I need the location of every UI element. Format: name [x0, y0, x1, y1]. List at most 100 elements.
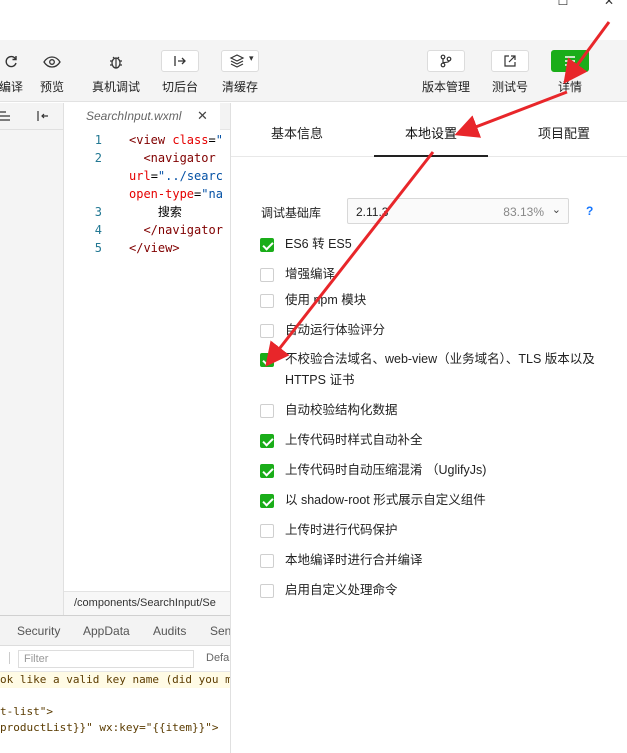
setting-checkbox[interactable]	[260, 524, 274, 538]
list-icon[interactable]	[0, 110, 12, 125]
file-path-bar: /components/SearchInput/Se	[64, 591, 230, 615]
close-icon[interactable]: ✕	[197, 108, 208, 124]
setting-option[interactable]: 本地编译时进行合并编译	[260, 550, 600, 571]
setting-label: 上传代码时样式自动补全	[285, 433, 423, 447]
code-text: <view class="	[129, 131, 223, 149]
setting-label: 不校验合法域名、web-view（业务域名）、TLS 版本以及 HTTPS 证书	[285, 352, 595, 387]
setting-checkbox[interactable]	[260, 404, 274, 418]
code-token: 搜索	[129, 205, 182, 219]
code-text: open-type="na	[129, 185, 223, 203]
devtools-tab-security[interactable]: Security	[17, 624, 60, 638]
setting-option[interactable]: 上传代码时样式自动补全	[260, 430, 600, 451]
tab-local-settings[interactable]: 本地设置	[405, 123, 457, 142]
setting-label: 自动校验结构化数据	[285, 403, 398, 417]
editor-tab-searchinput[interactable]: SearchInput.wxml ✕	[64, 103, 220, 130]
code-token: "	[215, 133, 223, 147]
setting-option[interactable]: 以 shadow-root 形式展示自定义组件	[260, 490, 600, 511]
setting-checkbox[interactable]	[260, 324, 274, 338]
setting-option[interactable]: 启用自定义处理命令	[260, 580, 600, 601]
console-line: productList}}" wx:key="{{item}}">	[0, 721, 219, 734]
devtools-tab-sensor[interactable]: Sen	[210, 624, 231, 638]
collapse-icon[interactable]	[36, 109, 50, 126]
code-token: </view>	[129, 241, 180, 255]
base-library-version: 2.11.3	[356, 205, 389, 219]
switch-background-icon	[161, 50, 199, 72]
code-line[interactable]: open-type="na	[64, 185, 230, 203]
details-button[interactable]: 详情	[542, 50, 598, 95]
setting-label: 自动运行体验评分	[285, 323, 386, 337]
setting-label: 使用 npm 模块	[285, 293, 367, 307]
setting-option[interactable]: 上传时进行代码保护	[260, 520, 600, 541]
file-tree-strip	[0, 103, 64, 615]
setting-label: ES6 转 ES5	[285, 237, 352, 251]
setting-option[interactable]: 上传代码时自动压缩混淆 （UglifyJs)	[260, 460, 600, 481]
console-filter-bar: Filter Defa	[0, 646, 230, 672]
setting-option[interactable]: 增强编译	[260, 264, 600, 285]
setting-option[interactable]: 使用 npm 模块	[260, 290, 600, 311]
code-line[interactable]: 2 <navigator	[64, 149, 230, 167]
setting-checkbox[interactable]	[260, 554, 274, 568]
close-window-button[interactable]: ✕	[602, 0, 616, 8]
setting-checkbox[interactable]	[260, 353, 274, 367]
setting-checkbox[interactable]	[260, 238, 274, 252]
external-link-icon	[491, 50, 529, 72]
preview-label: 预览	[39, 80, 64, 94]
devtools-panel: Security AppData Audits Sen Filter Defa …	[0, 615, 232, 753]
console-output: ok like a valid key name (did you m t-lis…	[0, 672, 232, 753]
base-library-label: 调试基础库	[261, 206, 322, 220]
line-number: 1	[94, 133, 102, 147]
code-text: url="../searc	[129, 167, 223, 185]
editor-tab-title: SearchInput.wxml	[86, 109, 182, 123]
help-icon[interactable]: ?	[586, 204, 593, 218]
setting-checkbox[interactable]	[260, 294, 274, 308]
setting-option[interactable]: 不校验合法域名、web-view（业务域名）、TLS 版本以及 HTTPS 证书	[260, 349, 600, 391]
devtools-tab-bar: Security AppData Audits Sen	[0, 616, 231, 646]
setting-checkbox[interactable]	[260, 584, 274, 598]
version-management-button[interactable]: 版本管理	[418, 50, 474, 95]
tab-basic-info[interactable]: 基本信息	[271, 123, 323, 142]
details-label: 详情	[557, 80, 582, 94]
base-library-percent: 83.13%	[503, 205, 544, 219]
switch-background-button[interactable]: 切后台	[152, 50, 208, 95]
test-account-label: 测试号	[491, 80, 528, 94]
preview-button[interactable]: 预览	[24, 50, 80, 95]
devtools-tab-audits[interactable]: Audits	[153, 624, 186, 638]
details-panel: 基本信息 本地设置 项目配置 调试基础库 2.11.3 83.13% ⌄ ? E…	[230, 103, 627, 753]
devtools-tab-appdata[interactable]: AppData	[83, 624, 130, 638]
log-level-select[interactable]: Defa	[206, 652, 229, 664]
setting-checkbox[interactable]	[260, 434, 274, 448]
base-library-select[interactable]: 2.11.3 83.13% ⌄	[347, 198, 569, 224]
setting-checkbox[interactable]	[260, 494, 274, 508]
setting-label: 以 shadow-root 形式展示自定义组件	[285, 493, 486, 507]
line-number: 3	[94, 205, 102, 219]
code-line[interactable]: 5 </view>	[64, 239, 230, 257]
test-account-button[interactable]: 测试号	[482, 50, 538, 95]
setting-option[interactable]: ES6 转 ES5	[260, 234, 600, 255]
code-text: 搜索	[129, 203, 182, 221]
code-token: "na	[201, 187, 223, 201]
code-line[interactable]: 4 </navigator	[64, 221, 230, 239]
real-device-debug-button[interactable]: 真机调试	[88, 50, 144, 95]
real-device-debug-label: 真机调试	[91, 80, 140, 94]
setting-option[interactable]: 自动运行体验评分	[260, 320, 600, 341]
setting-checkbox[interactable]	[260, 268, 274, 282]
code-editor[interactable]: SearchInput.wxml ✕ 1 <view class=" 2 <navi…	[64, 103, 230, 615]
code-lines[interactable]: 1 <view class=" 2 <navigator url="../searc o…	[64, 131, 230, 257]
tab-project-config[interactable]: 项目配置	[538, 123, 590, 142]
console-filter-input[interactable]: Filter	[18, 650, 194, 668]
details-tab-bar: 基本信息 本地设置 项目配置	[231, 103, 627, 157]
setting-checkbox[interactable]	[260, 464, 274, 478]
code-token: class	[172, 133, 209, 147]
code-line[interactable]: 1 <view class="	[64, 131, 230, 149]
code-line[interactable]: 3 搜索	[64, 203, 230, 221]
setting-label: 增强编译	[285, 267, 336, 281]
line-number: 4	[94, 223, 102, 237]
code-line[interactable]: url="../searc	[64, 167, 230, 185]
code-token: =	[150, 169, 158, 183]
code-token: <view	[129, 133, 173, 147]
restore-window-button[interactable]: ☐	[556, 0, 570, 8]
line-number: 2	[94, 151, 102, 165]
clear-cache-button[interactable]: ▾ 清缓存	[212, 50, 268, 95]
setting-option[interactable]: 自动校验结构化数据	[260, 400, 600, 421]
